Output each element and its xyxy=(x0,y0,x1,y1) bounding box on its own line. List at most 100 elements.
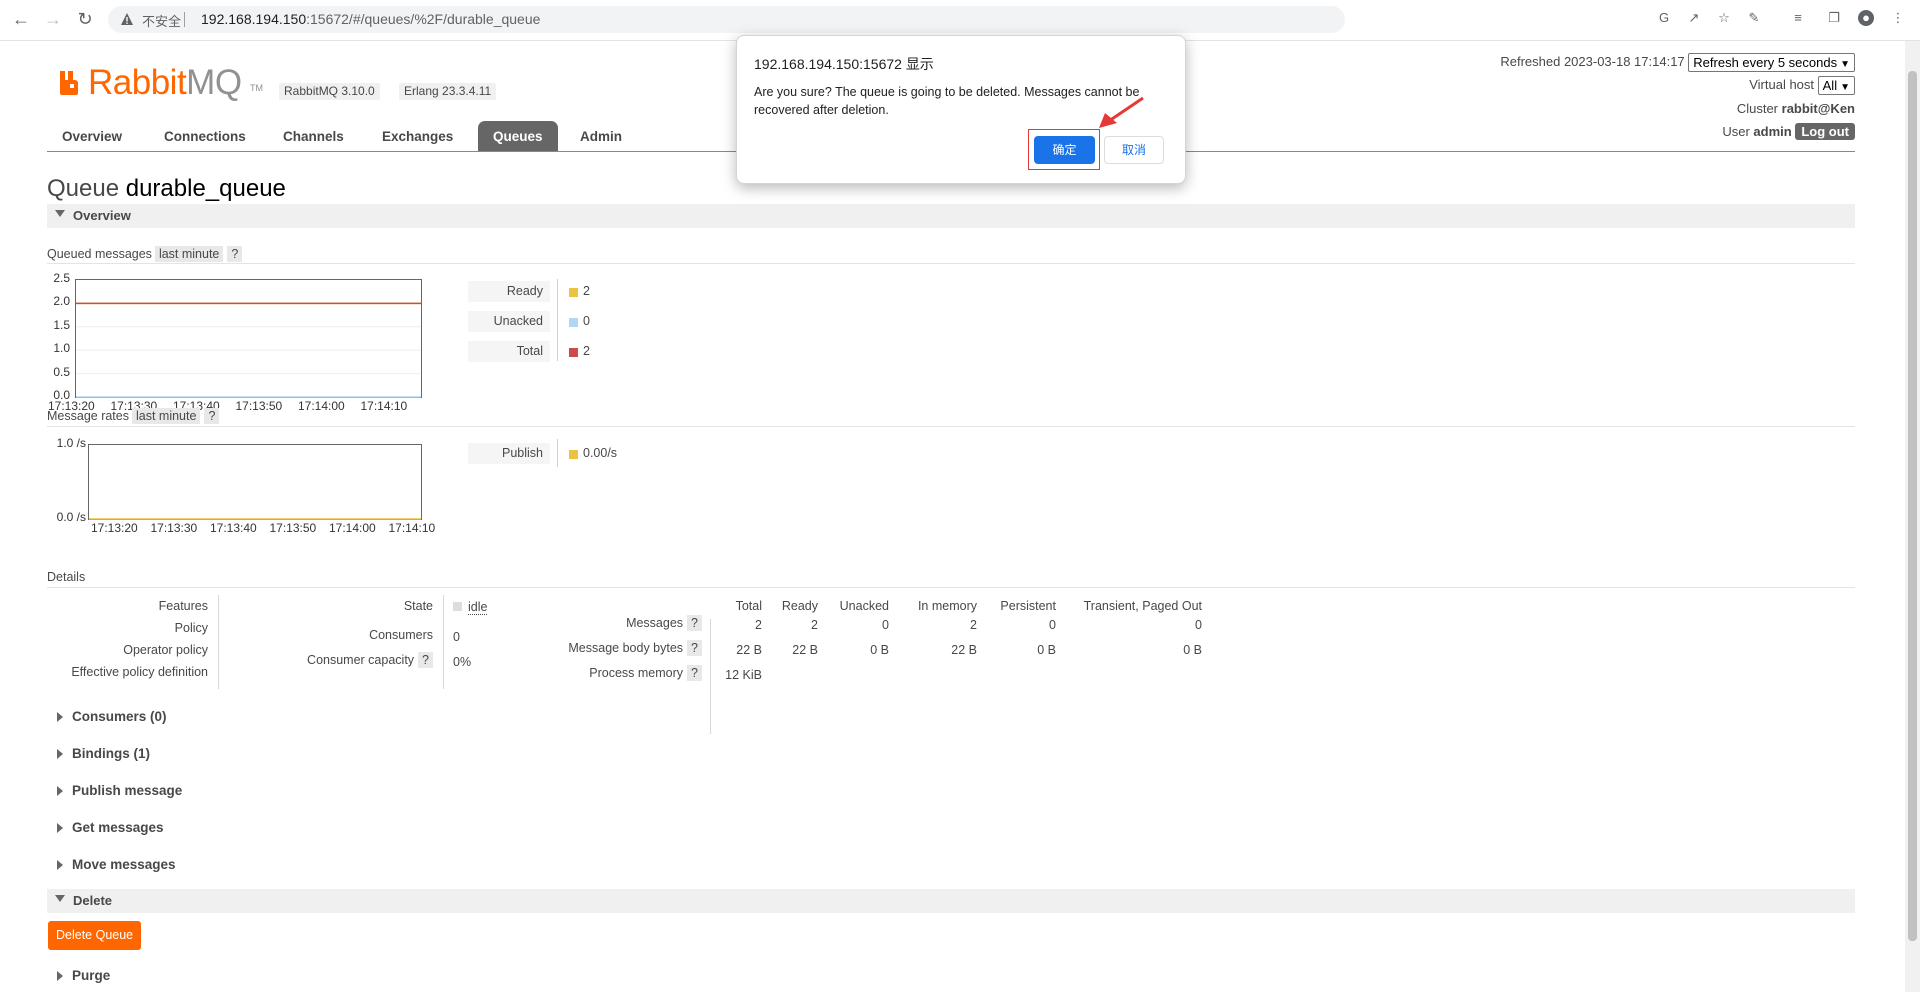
col-in-memory: In memory xyxy=(917,599,977,613)
purge-section-label: Purge xyxy=(72,968,111,983)
translate-icon[interactable]: G xyxy=(1656,10,1672,26)
legend-publish-swatch xyxy=(569,450,578,459)
state-indicator xyxy=(453,602,462,611)
col-total: Total xyxy=(735,599,762,613)
help-button[interactable]: ? xyxy=(227,246,243,262)
virtual-host-value: All xyxy=(1822,78,1838,93)
state-value: idle xyxy=(453,600,488,615)
erlang-version: Erlang 23.3.4.11 xyxy=(399,83,497,100)
table-cell: 2 xyxy=(755,618,762,632)
expanded-triangle-icon xyxy=(55,895,65,902)
help-button[interactable]: ? xyxy=(204,408,220,424)
column-divider xyxy=(218,595,219,689)
get-messages-section-label: Get messages xyxy=(72,820,164,835)
legend-divider xyxy=(557,439,558,467)
profile-avatar-icon[interactable]: ● xyxy=(1858,10,1874,26)
reload-icon[interactable]: ↻ xyxy=(74,8,96,30)
table-cell: 0 B xyxy=(870,643,889,657)
y-tick-label: 0.0 /s xyxy=(56,510,86,524)
message-rates-heading: Message rates last minute? xyxy=(47,408,220,424)
delete-queue-button[interactable]: Delete Queue xyxy=(48,921,142,950)
cancel-button[interactable]: 取消 xyxy=(1104,136,1164,164)
collapsed-triangle-icon xyxy=(57,860,63,870)
period-pill[interactable]: last minute xyxy=(131,408,201,424)
dialog-title: 192.168.194.150:15672 显示 xyxy=(754,56,934,72)
tab-icon[interactable]: ❐ xyxy=(1826,10,1842,26)
period-pill[interactable]: last minute xyxy=(154,246,224,262)
tab-connections[interactable]: Connections xyxy=(149,121,261,151)
table-cell: 2 xyxy=(970,618,977,632)
move-messages-section-label: Move messages xyxy=(72,857,176,872)
consumer-capacity-text: Consumer capacity xyxy=(307,653,415,667)
separator xyxy=(184,12,185,27)
help-button[interactable]: ? xyxy=(687,640,702,656)
table-cell: 22 B xyxy=(792,643,818,657)
message-rates-chart xyxy=(88,444,422,520)
page-scrollbar[interactable] xyxy=(1905,41,1920,992)
scrollbar-thumb[interactable] xyxy=(1908,71,1917,941)
table-cell: 2 xyxy=(811,618,818,632)
logout-button[interactable]: Log out xyxy=(1795,123,1855,140)
x-tick-label: 17:13:20 xyxy=(91,521,138,535)
messages-row-label: Messages? xyxy=(626,615,702,631)
url-host: 192.168.194.150 xyxy=(201,11,307,27)
tab-exchanges[interactable]: Exchanges xyxy=(367,121,468,151)
reading-list-icon[interactable]: ≡ xyxy=(1790,10,1806,26)
collapsed-triangle-icon xyxy=(57,971,63,981)
tab-admin[interactable]: Admin xyxy=(565,121,637,151)
col-persistent: Persistent xyxy=(1000,599,1056,613)
y-tick-label: 2.0 xyxy=(53,294,70,309)
title-prefix: Queue xyxy=(47,175,120,202)
x-tick-label: 17:13:50 xyxy=(269,521,317,535)
extension-icon[interactable]: ✎ xyxy=(1746,10,1762,26)
table-cell: 22 B xyxy=(736,643,762,657)
ok-button[interactable]: 确定 xyxy=(1034,136,1095,164)
share-icon[interactable]: ↗ xyxy=(1686,10,1702,26)
y-tick-label: 2.5 xyxy=(53,271,70,285)
x-tick-label: 17:13:50 xyxy=(235,399,283,413)
y-tick-label: 1.0 xyxy=(53,341,70,356)
tab-queues[interactable]: Queues xyxy=(478,121,558,151)
chart-frame xyxy=(75,279,422,398)
warning-icon xyxy=(121,13,133,25)
legend-total-swatch xyxy=(569,348,578,357)
address-bar[interactable]: 不安全 192.168.194.150:15672/#/queues/%2F/d… xyxy=(108,6,1345,33)
delete-section-header[interactable]: Delete xyxy=(47,889,1855,913)
rabbit-logo-icon xyxy=(60,71,78,95)
legend-total-label: Total xyxy=(468,341,550,362)
consumers-value: 0 xyxy=(453,630,460,644)
process-memory-row-label: Process memory? xyxy=(589,665,702,681)
help-button[interactable]: ? xyxy=(687,615,702,631)
url-text: 192.168.194.150:15672/#/queues/%2F/durab… xyxy=(201,11,540,27)
help-button[interactable]: ? xyxy=(418,652,433,668)
virtual-host-select[interactable]: All ▼ xyxy=(1817,76,1855,95)
user-label: User xyxy=(1722,124,1750,139)
forward-icon[interactable]: → xyxy=(42,8,64,30)
legend-ready-value: 2 xyxy=(583,284,590,298)
y-tick-label: 1.0 /s xyxy=(56,436,86,450)
details-heading: Details xyxy=(47,570,86,584)
logo-rabbit: Rabbit xyxy=(88,63,187,102)
refresh-interval-select[interactable]: Refresh every 5 seconds ▼ xyxy=(1688,53,1855,72)
bookmark-star-icon[interactable]: ☆ xyxy=(1716,10,1732,26)
overview-section-header[interactable]: Overview xyxy=(47,204,1855,228)
table-cell: 0 B xyxy=(1183,643,1202,657)
collapsed-triangle-icon xyxy=(57,823,63,833)
table-cell: 12 KiB xyxy=(725,668,762,682)
operator-policy-label: Operator policy xyxy=(123,643,208,657)
queued-messages-heading: Queued messages last minute? xyxy=(47,246,243,262)
back-icon[interactable]: ← xyxy=(10,8,32,30)
chart-frame xyxy=(88,444,422,520)
queued-messages-label: Queued messages xyxy=(47,247,152,261)
queued-messages-chart xyxy=(75,279,422,398)
help-button[interactable]: ? xyxy=(687,665,702,681)
page-title: Queue durable_queue xyxy=(47,175,286,203)
tab-overview[interactable]: Overview xyxy=(47,121,137,151)
y-tick-label: 1.5 xyxy=(53,317,70,332)
kebab-menu-icon[interactable]: ⋮ xyxy=(1890,10,1906,26)
annotation-arrow-icon xyxy=(1099,96,1144,128)
effective-policy-label: Effective policy definition xyxy=(71,665,208,679)
table-cell: 0 B xyxy=(1037,643,1056,657)
table-cell: 0 xyxy=(1195,618,1202,632)
tab-channels[interactable]: Channels xyxy=(268,121,359,151)
